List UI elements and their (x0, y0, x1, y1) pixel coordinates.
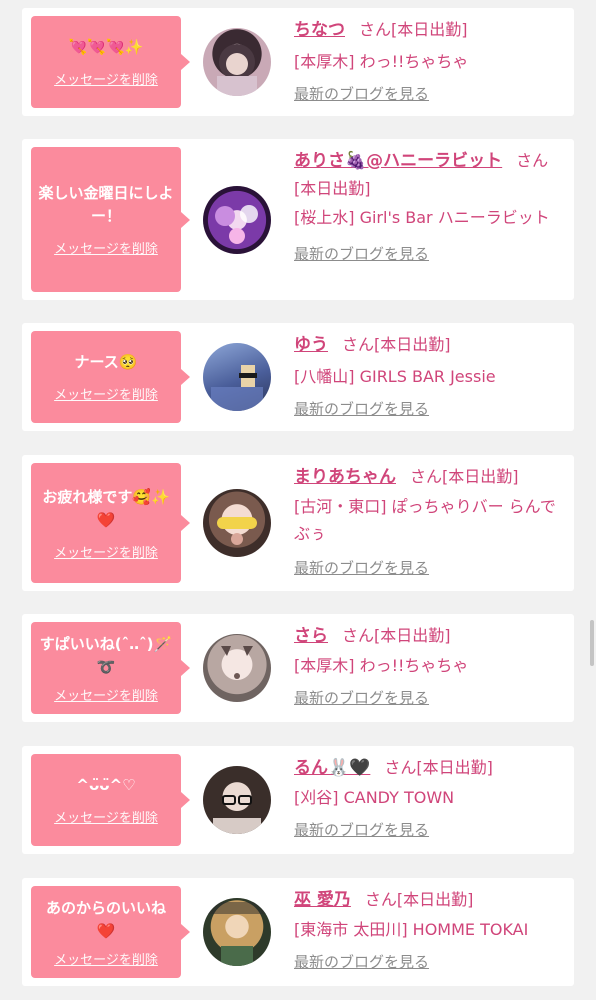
cast-name-link[interactable]: 巫 愛乃 (294, 890, 351, 910)
avatar-photo (221, 646, 253, 679)
message-card: ^ᴗ̈ᴗ̈^♡ メッセージを削除 るん🐰🖤 さん[本日出勤] [刈谷] CANDY… (22, 746, 574, 854)
message-bubble: 楽しい金曜日にしよー！ メッセージを削除 (31, 147, 190, 292)
shop-text: [桜上水] Girl's Bar ハニーラビット (294, 208, 550, 227)
avatar-photo (215, 205, 258, 244)
cast-info: まりあちゃん さん[本日出勤] [古河・東口] ぽっちゃりバー らんでぶぅ 最新の… (294, 463, 570, 582)
scrollbar[interactable] (590, 620, 594, 666)
shop-text: [八幡山] GIRLS BAR Jessie (294, 367, 496, 386)
message-card: 💘💘💘✨ メッセージを削除 ちなつ さん[本日出勤] [本厚木] わっ!!ちゃちゃ… (22, 8, 574, 116)
delete-message-link[interactable]: メッセージを削除 (54, 949, 158, 968)
delete-message-link[interactable]: メッセージを削除 (54, 542, 158, 561)
message-text: すぱいいね(ˆ‥ˆ)🪄➰ (39, 634, 173, 676)
blog-link[interactable]: 最新のブログを見る (294, 81, 570, 108)
avatar[interactable] (203, 634, 271, 702)
cast-info: ちなつ さん[本日出勤] [本厚木] わっ!!ちゃちゃ 最新のブログを見る (294, 16, 570, 108)
status-text: さん[本日出勤] (342, 626, 451, 645)
delete-message-link[interactable]: メッセージを削除 (54, 384, 158, 403)
shop-text: [刈谷] CANDY TOWN (294, 788, 455, 807)
blog-link[interactable]: 最新のブログを見る (294, 555, 570, 582)
message-bubble: すぱいいね(ˆ‥ˆ)🪄➰ メッセージを削除 (31, 622, 190, 714)
avatar[interactable] (203, 766, 271, 834)
blog-link[interactable]: 最新のブログを見る (294, 817, 570, 844)
message-bubble: お疲れ様です🥰✨❤️ メッセージを削除 (31, 463, 190, 583)
cast-info: 巫 愛乃 さん[本日出勤] [東海市 太田川] HOMME TOKAI 最新のブロ… (294, 886, 570, 976)
delete-message-link[interactable]: メッセージを削除 (54, 685, 158, 704)
message-bubble: あのからのいいね❤️ メッセージを削除 (31, 886, 190, 978)
delete-message-link[interactable]: メッセージを削除 (54, 238, 158, 257)
status-text: さん[本日出勤] (342, 335, 451, 354)
avatar[interactable] (203, 489, 271, 557)
shop-text: [古河・東口] ぽっちゃりバー らんでぶぅ (294, 497, 556, 543)
name-line: ちなつ さん[本日出勤] (294, 16, 570, 44)
message-card: あのからのいいね❤️ メッセージを削除 巫 愛乃 さん[本日出勤] [東海市 太田… (22, 878, 574, 986)
name-line: るん🐰🖤 さん[本日出勤] (294, 754, 570, 782)
cast-name-link[interactable]: さら (294, 626, 328, 646)
blog-link[interactable]: 最新のブログを見る (294, 396, 570, 423)
avatar-photo (205, 902, 269, 966)
message-text: あのからのいいね❤️ (45, 898, 166, 940)
message-card: ナース🥺 メッセージを削除 ゆう さん[本日出勤] [八幡山] GIRLS BAR… (22, 323, 574, 431)
shop-text: [東海市 太田川] HOMME TOKAI (294, 920, 529, 939)
avatar[interactable] (203, 898, 271, 966)
message-card: お疲れ様です🥰✨❤️ メッセージを削除 まりあちゃん さん[本日出勤] [古河・東… (22, 455, 574, 591)
cast-name-link[interactable]: るん🐰🖤 (294, 758, 370, 778)
cast-name-link[interactable]: ちなつ (294, 20, 345, 40)
message-text: ^ᴗ̈ᴗ̈^♡ (76, 776, 136, 794)
avatar-photo (213, 795, 261, 834)
status-text: さん[本日出勤] (410, 467, 519, 486)
status-text: さん[本日出勤] (384, 758, 493, 777)
cast-name-link[interactable]: ゆう (294, 335, 328, 355)
avatar-photo (211, 365, 263, 411)
message-card: 楽しい金曜日にしよー！ メッセージを削除 ありさ🍇@ハニーラビット さん[本日出勤… (22, 139, 574, 300)
cast-info: ゆう さん[本日出勤] [八幡山] GIRLS BAR Jessie 最新のブログ… (294, 331, 570, 423)
cast-info: ありさ🍇@ハニーラビット さん[本日出勤] [桜上水] Girl's Bar ハニ… (294, 147, 570, 268)
message-text: ナース🥺 (74, 353, 138, 371)
name-line: さら さん[本日出勤] (294, 622, 570, 650)
avatar[interactable] (203, 186, 271, 254)
shop-text: [本厚木] わっ!!ちゃちゃ (294, 656, 469, 675)
name-line: 巫 愛乃 さん[本日出勤] (294, 886, 570, 914)
cast-name-link[interactable]: ありさ🍇@ハニーラビット (294, 151, 502, 171)
message-bubble: ^ᴗ̈ᴗ̈^♡ メッセージを削除 (31, 754, 190, 846)
message-text: 楽しい金曜日にしよー！ (38, 184, 174, 225)
message-list: 💘💘💘✨ メッセージを削除 ちなつ さん[本日出勤] [本厚木] わっ!!ちゃちゃ… (0, 0, 596, 1000)
avatar-photo (217, 44, 257, 96)
shop-text: [本厚木] わっ!!ちゃちゃ (294, 52, 469, 71)
delete-message-link[interactable]: メッセージを削除 (54, 807, 158, 826)
status-text: さん[本日出勤] (364, 890, 474, 909)
delete-message-link[interactable]: メッセージを削除 (54, 69, 158, 88)
cast-name-link[interactable]: まりあちゃん (294, 467, 396, 487)
avatar[interactable] (203, 28, 271, 96)
message-bubble: ナース🥺 メッセージを削除 (31, 331, 190, 423)
name-line: ゆう さん[本日出勤] (294, 331, 570, 359)
blog-link[interactable]: 最新のブログを見る (294, 949, 570, 976)
blog-link[interactable]: 最新のブログを見る (294, 685, 570, 712)
cast-info: さら さん[本日出勤] [本厚木] わっ!!ちゃちゃ 最新のブログを見る (294, 622, 570, 712)
avatar-photo (217, 517, 257, 545)
blog-link[interactable]: 最新のブログを見る (294, 241, 570, 268)
cast-info: るん🐰🖤 さん[本日出勤] [刈谷] CANDY TOWN 最新のブログを見る (294, 754, 570, 844)
status-text: さん[本日出勤] (359, 20, 468, 39)
message-bubble: 💘💘💘✨ メッセージを削除 (31, 16, 190, 108)
avatar[interactable] (203, 343, 271, 411)
message-card: すぱいいね(ˆ‥ˆ)🪄➰ メッセージを削除 さら さん[本日出勤] [本厚木] わ… (22, 614, 574, 722)
message-text: お疲れ様です🥰✨❤️ (42, 487, 170, 529)
message-text: 💘💘💘✨ (68, 38, 144, 56)
name-line: ありさ🍇@ハニーラビット さん[本日出勤] (294, 147, 570, 202)
name-line: まりあちゃん さん[本日出勤] (294, 463, 570, 491)
